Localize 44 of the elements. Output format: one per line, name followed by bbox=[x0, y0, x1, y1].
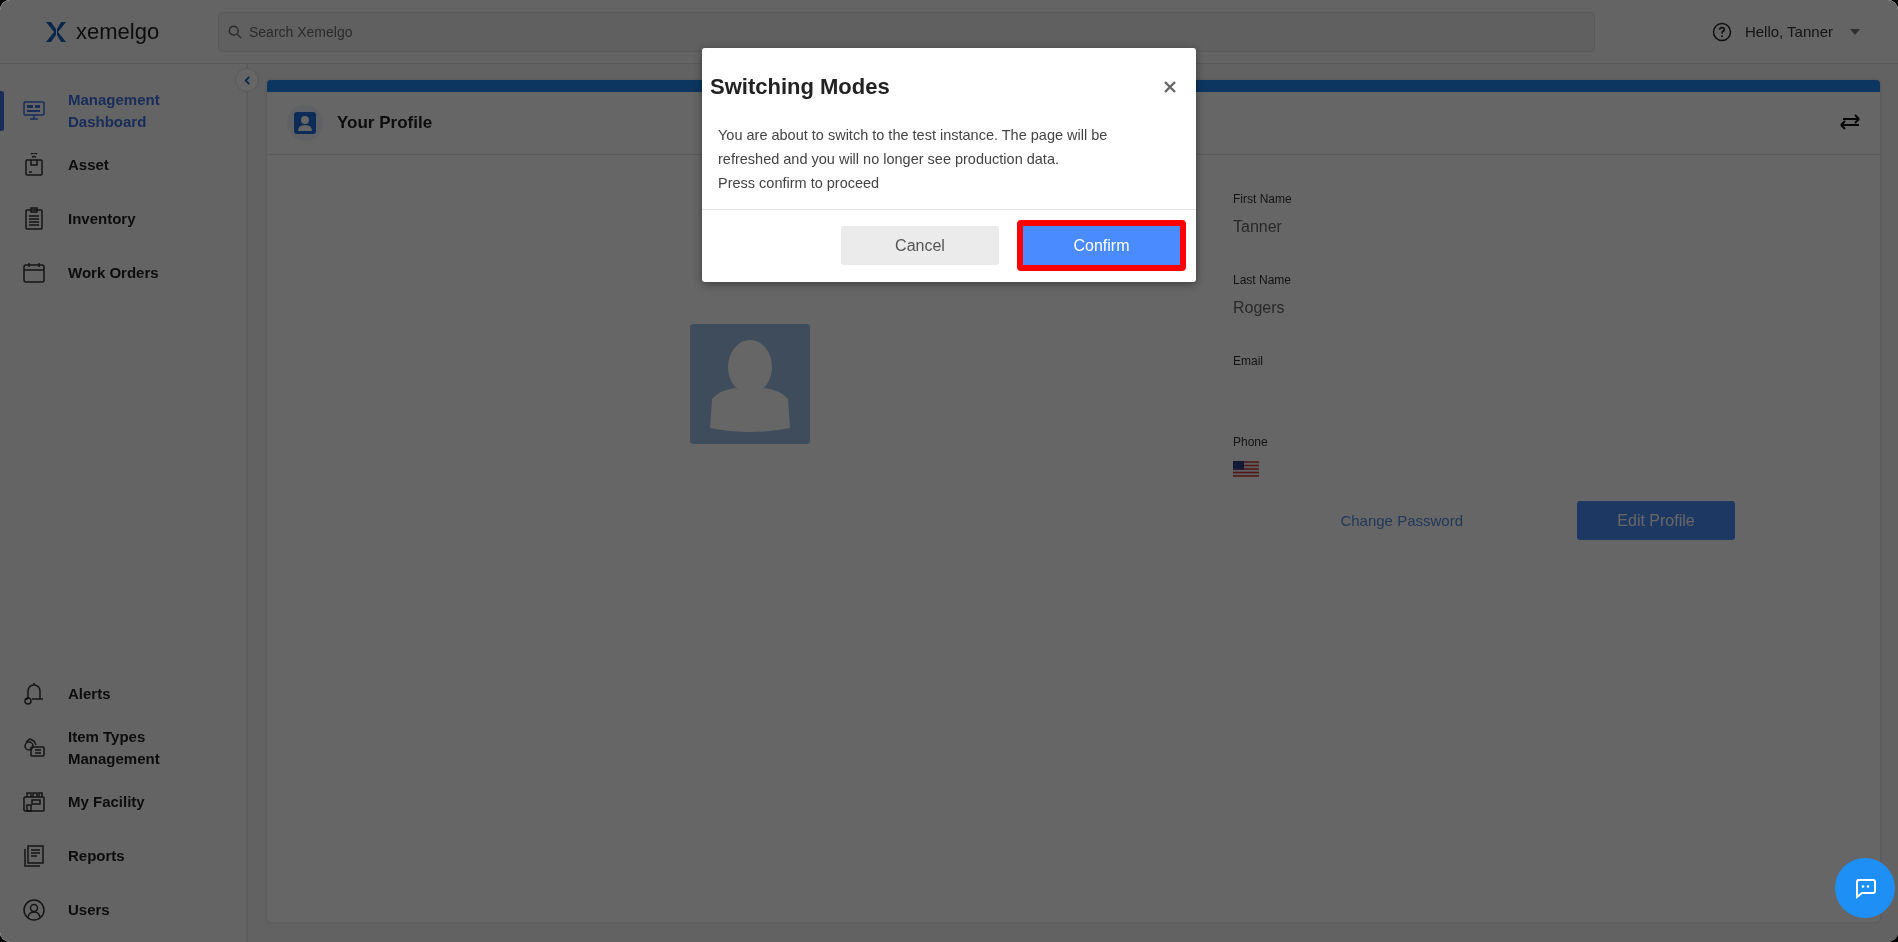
chevron-icon bbox=[242, 75, 252, 85]
bell-icon bbox=[22, 682, 46, 706]
sidebar-item[interactable]: Reports bbox=[0, 829, 246, 883]
person-icon bbox=[293, 111, 317, 135]
modal-title: Switching Modes bbox=[710, 73, 890, 100]
sidebar-item[interactable]: Inventory bbox=[0, 192, 246, 246]
field-value: Tanner bbox=[1233, 218, 1282, 236]
collapse-button[interactable] bbox=[235, 68, 259, 92]
help-icon[interactable] bbox=[1711, 21, 1732, 42]
clipboard-icon bbox=[22, 207, 46, 231]
sidebar-item[interactable]: Item Types Management bbox=[0, 721, 246, 775]
field-label: Phone bbox=[1233, 435, 1269, 449]
sidebar-item[interactable]: Alerts bbox=[0, 667, 246, 721]
field-label: Email bbox=[1233, 354, 1264, 368]
user-icon bbox=[22, 898, 46, 922]
chat-icon bbox=[1853, 876, 1877, 900]
confirm-button[interactable]: Confirm bbox=[1017, 220, 1186, 271]
sidebar-item[interactable]: Asset bbox=[0, 138, 246, 192]
flag-icon[interactable] bbox=[1233, 461, 1259, 477]
change-password-link[interactable]: Change Password bbox=[1340, 512, 1463, 529]
cancel-button[interactable]: Cancel bbox=[841, 226, 999, 265]
logo-text: xemelgo bbox=[76, 18, 160, 45]
monitor-icon bbox=[22, 99, 46, 123]
user-menu[interactable]: Hello, Tanner bbox=[1744, 23, 1833, 40]
field-value: Rogers bbox=[1233, 299, 1285, 317]
swap-icon[interactable] bbox=[1838, 114, 1862, 132]
box-icon bbox=[22, 153, 46, 177]
document-icon bbox=[22, 844, 46, 868]
field-label: First Name bbox=[1233, 192, 1293, 206]
sidebar-item[interactable]: Users bbox=[0, 883, 246, 937]
modal-message: You are about to switch to the test instance. The page will be refreshed and you will no longer see production data. bbox=[718, 126, 1109, 169]
building-icon bbox=[22, 790, 46, 814]
gear-icon bbox=[22, 736, 46, 760]
field-label: Last Name bbox=[1233, 273, 1293, 287]
close-icon[interactable] bbox=[1164, 80, 1176, 93]
sidebar-item[interactable]: Work Orders bbox=[0, 246, 246, 300]
logo-icon bbox=[45, 20, 67, 43]
card-title: Your Profile bbox=[337, 113, 433, 133]
sidebar-item[interactable]: My Facility bbox=[0, 775, 246, 829]
modal-message: Press confirm to proceed bbox=[718, 174, 881, 193]
edit-profile-button[interactable]: Edit Profile bbox=[1577, 501, 1735, 540]
caret-icon[interactable] bbox=[1850, 28, 1860, 35]
calendar-icon bbox=[22, 261, 46, 285]
avatar-icon bbox=[690, 324, 810, 444]
